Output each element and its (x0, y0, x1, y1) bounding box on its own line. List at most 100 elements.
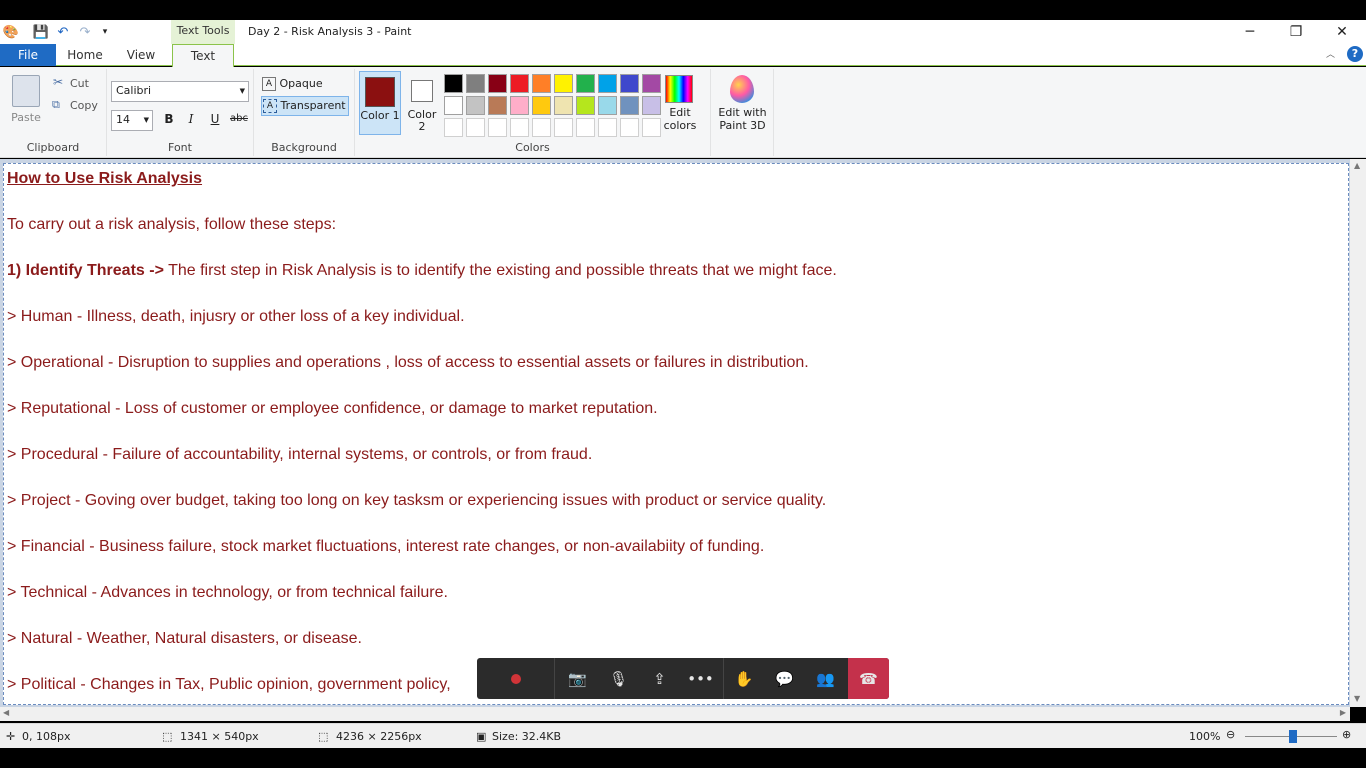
mic-off-button[interactable]: 🎙 (598, 658, 639, 699)
palette-swatch[interactable] (620, 118, 639, 137)
palette-swatch[interactable] (642, 96, 661, 115)
font-family-select[interactable]: Calibri ▼ (111, 81, 249, 102)
palette-swatch[interactable] (642, 74, 661, 93)
record-dot-icon (510, 673, 521, 684)
chat-icon: 💬 (775, 669, 794, 688)
zoom-out-icon[interactable]: ⊖ (1226, 728, 1235, 741)
collapse-ribbon-icon[interactable]: ︿ (1326, 47, 1335, 60)
palette-swatch[interactable] (488, 96, 507, 115)
strikethrough-button[interactable]: abc (227, 109, 251, 129)
cut-button[interactable]: Cut (70, 77, 89, 90)
copy-button[interactable]: Copy (70, 99, 98, 112)
palette-swatch[interactable] (510, 96, 529, 115)
window-title: Day 2 - Risk Analysis 3 - Paint (248, 25, 412, 38)
background-group-label: Background (271, 141, 337, 154)
palette-swatch[interactable] (444, 118, 463, 137)
scroll-left-icon[interactable]: ◀ (3, 708, 9, 717)
tab-text[interactable]: Text (172, 44, 234, 67)
palette-swatch[interactable] (444, 96, 463, 115)
palette-swatch[interactable] (642, 118, 661, 137)
participants-button[interactable]: 👥 (805, 658, 846, 699)
font-group: Calibri ▼ 14 ▼ B I U abc Font (107, 69, 254, 156)
paint3d-icon[interactable] (730, 75, 754, 103)
palette-swatch[interactable] (620, 74, 639, 93)
chat-button[interactable]: 💬 (764, 658, 805, 699)
title-bar: 🎨 💾 ↶ ↷ ▾ Text Tools Day 2 - Risk Analys… (0, 20, 1366, 44)
palette-swatch[interactable] (510, 118, 529, 137)
font-size-select[interactable]: 14 ▼ (111, 110, 153, 131)
scroll-down-icon[interactable]: ▼ (1354, 694, 1360, 703)
color1-button[interactable]: Color 1 (359, 71, 401, 135)
recording-button[interactable] (477, 658, 555, 699)
palette-swatch[interactable] (488, 118, 507, 137)
colors-group: Color 1 Color 2 Edit colors Colors (355, 69, 711, 156)
minimize-button[interactable]: ─ (1227, 20, 1273, 44)
opaque-button[interactable]: A Opaque (262, 75, 350, 93)
save-icon[interactable]: 💾 (32, 23, 50, 41)
tab-file[interactable]: File (0, 44, 56, 66)
tab-view[interactable]: View (116, 44, 166, 66)
hang-up-button[interactable]: ☎ (848, 658, 889, 699)
palette-swatch[interactable] (510, 74, 529, 93)
paint3d-group: Edit with Paint 3D (711, 69, 774, 156)
palette-swatch[interactable] (576, 74, 595, 93)
transparent-label: Transparent (280, 99, 346, 112)
opaque-label: Opaque (279, 77, 323, 90)
palette-swatch[interactable] (532, 96, 551, 115)
palette-swatch[interactable] (598, 74, 617, 93)
image-size-icon: ⬚ (318, 730, 329, 743)
palette-swatch[interactable] (554, 118, 573, 137)
palette-swatch[interactable] (532, 118, 551, 137)
color2-button[interactable]: Color 2 (403, 71, 441, 135)
more-button[interactable]: ••• (680, 658, 721, 699)
italic-button[interactable]: I (181, 109, 201, 129)
palette-swatch[interactable] (554, 96, 573, 115)
help-icon[interactable]: ? (1347, 46, 1363, 62)
selection-size-icon: ⬚ (162, 730, 173, 743)
edit-with-paint3d-button[interactable]: Edit with Paint 3D (711, 106, 774, 132)
zoom-slider[interactable] (1245, 730, 1337, 743)
restore-button[interactable]: ❐ (1273, 20, 1319, 44)
bold-button[interactable]: B (159, 109, 179, 129)
customize-qa-icon[interactable]: ▾ (96, 23, 114, 41)
bottom-black-bar (0, 748, 1366, 768)
palette-swatch[interactable] (488, 74, 507, 93)
underline-button[interactable]: U (205, 109, 225, 129)
share-screen-button[interactable]: ⇪ (639, 658, 680, 699)
palette-swatch[interactable] (576, 118, 595, 137)
document-intro: To carry out a risk analysis, follow the… (7, 216, 337, 233)
threat-line: > Human - Illness, death, injusry or oth… (7, 308, 465, 325)
edit-colors-icon[interactable] (665, 75, 693, 103)
palette-swatch[interactable] (620, 96, 639, 115)
vertical-scrollbar[interactable]: ▲ ▼ (1350, 159, 1366, 707)
camera-off-button[interactable]: 📷 (557, 658, 598, 699)
palette-swatch[interactable] (576, 96, 595, 115)
undo-icon[interactable]: ↶ (54, 23, 72, 41)
close-button[interactable]: ✕ (1319, 20, 1365, 44)
palette-swatch[interactable] (532, 74, 551, 93)
palette-swatch[interactable] (466, 118, 485, 137)
threat-line: > Procedural - Failure of accountability… (7, 446, 593, 463)
raise-hand-button[interactable]: ✋ (723, 658, 764, 699)
palette-swatch[interactable] (598, 118, 617, 137)
redo-icon[interactable]: ↷ (76, 23, 94, 41)
zoom-in-icon[interactable]: ⊕ (1342, 728, 1351, 741)
drawing-canvas[interactable]: How to Use Risk Analysis To carry out a … (3, 163, 1349, 705)
horizontal-scrollbar[interactable]: ◀ ▶ (0, 707, 1350, 721)
scroll-right-icon[interactable]: ▶ (1340, 708, 1346, 717)
edit-colors-button[interactable]: Edit colors (660, 106, 700, 132)
paste-icon[interactable] (12, 75, 40, 107)
paste-button[interactable]: Paste (8, 111, 44, 124)
zoom-slider-thumb[interactable] (1289, 730, 1297, 743)
palette-swatch[interactable] (554, 74, 573, 93)
transparent-button[interactable]: A Transparent (261, 96, 349, 116)
cursor-position-icon: ✛ (6, 730, 16, 743)
scroll-up-icon[interactable]: ▲ (1354, 161, 1360, 170)
palette-swatch[interactable] (466, 96, 485, 115)
palette-swatch[interactable] (598, 96, 617, 115)
tab-home[interactable]: Home (60, 44, 110, 66)
palette-swatch[interactable] (466, 74, 485, 93)
palette-swatch[interactable] (444, 74, 463, 93)
more-icon: ••• (687, 669, 714, 688)
threat-line: > Political - Changes in Tax, Public opi… (7, 676, 451, 693)
